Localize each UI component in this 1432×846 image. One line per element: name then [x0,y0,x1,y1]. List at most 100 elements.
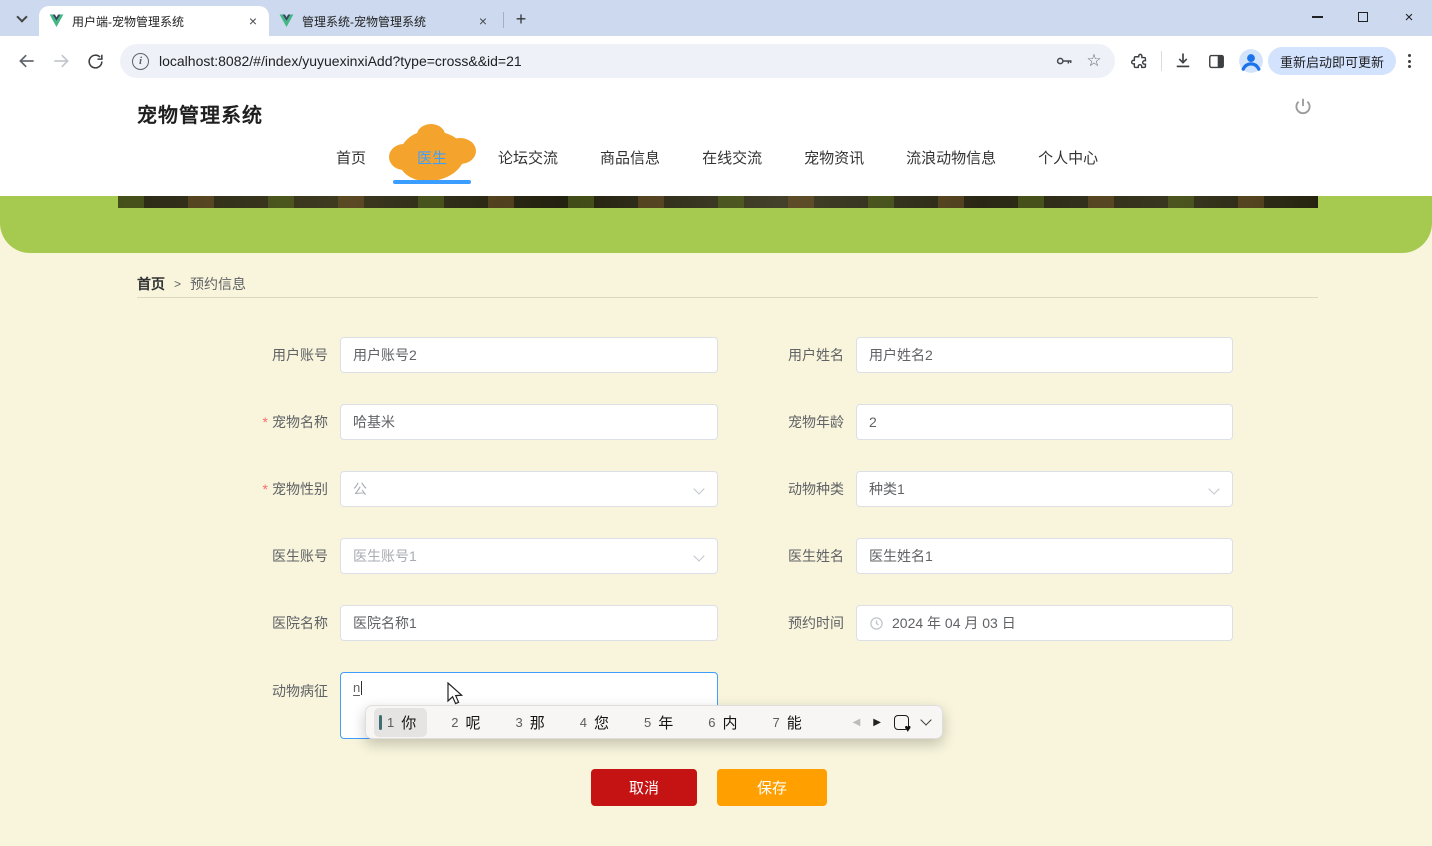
url-text: localhost:8082/#/index/yuyuexinxiAdd?typ… [159,53,1049,69]
power-icon [1292,96,1314,118]
breadcrumb-current: 预约信息 [190,274,246,294]
chevron-down-icon [1208,483,1219,494]
field-label: 用户账号 [150,347,340,364]
banner-photo [118,196,1318,208]
form-row-pet-gender: *宠物性别 公 [150,471,718,507]
tab-separator [503,12,504,28]
bookmark-button[interactable]: ☆ [1079,44,1109,78]
nav-item-goods[interactable]: 商品信息 [600,144,660,170]
minimize-icon [1312,16,1323,17]
main-nav: 首页 医生 论坛交流 商品信息 在线交流 宠物资讯 流浪动物信息 个人中心 [336,144,1098,170]
form-column-right: 用户姓名 用户姓名2 宠物年龄 2 动物种类 种类1 医生姓名 医生姓名1 预约… [666,337,1233,672]
form-row-user-name: 用户姓名 用户姓名2 [666,337,1233,373]
form-row-appointment-time: 预约时间 2024 年 04 月 03 日 [666,605,1233,641]
user-account-input[interactable]: 用户账号2 [340,337,718,373]
window-minimize-button[interactable] [1294,0,1340,34]
profile-avatar-icon [1238,48,1264,74]
mouse-cursor [446,682,463,706]
reload-button[interactable] [78,44,112,78]
breadcrumb-home[interactable]: 首页 [137,274,165,294]
vue-logo-icon [279,14,294,28]
ime-candidate[interactable]: 1你 [374,708,427,737]
pet-name-input[interactable]: 哈基米 [340,404,718,440]
appointment-time-picker[interactable]: 2024 年 04 月 03 日 [856,605,1233,641]
toolbar-divider [1161,51,1162,71]
site-info-icon[interactable]: i [132,53,149,70]
form-row-animal-type: 动物种类 种类1 [666,471,1233,507]
nav-item-forum[interactable]: 论坛交流 [498,144,558,170]
browser-tab-inactive[interactable]: 管理系统-宠物管理系统 × [269,6,499,36]
close-icon[interactable]: × [245,13,261,29]
form-row-doctor-name: 医生姓名 医生姓名1 [666,538,1233,574]
ime-emoji-panel-icon[interactable]: ♥ [894,715,909,730]
download-icon [1173,51,1193,71]
key-icon [1054,51,1074,71]
tab-title: 管理系统-宠物管理系统 [302,13,475,30]
cancel-button[interactable]: 取消 [591,769,697,806]
doctor-name-input[interactable]: 医生姓名1 [856,538,1233,574]
kebab-menu-icon [1408,54,1411,68]
nav-item-chat[interactable]: 在线交流 [702,144,762,170]
site-header: 宠物管理系统 首页 医生 论坛交流 商品信息 在线交流 宠物资讯 流浪动物信息 … [0,86,1432,196]
ime-prev-page-icon[interactable]: ◀ [853,717,861,728]
ime-candidate[interactable]: 6内 [695,708,748,737]
back-button[interactable] [10,44,44,78]
save-button[interactable]: 保存 [717,769,827,806]
window-close-button[interactable]: × [1386,0,1432,34]
ime-candidate[interactable]: 3那 [503,708,556,737]
close-icon: × [1405,10,1414,25]
ime-next-page-icon[interactable]: ▶ [873,717,881,728]
hospital-name-input[interactable]: 医院名称1 [340,605,718,641]
tab-title: 用户端-宠物管理系统 [72,13,245,30]
nav-item-stray-animals[interactable]: 流浪动物信息 [906,144,996,170]
nav-item-news[interactable]: 宠物资讯 [804,144,864,170]
forward-icon [51,51,71,71]
browser-tab-strip: 用户端-宠物管理系统 × 管理系统-宠物管理系统 × + × [0,0,1432,36]
doctor-account-select[interactable]: 医生账号1 [340,538,718,574]
ime-candidate[interactable]: 5年 [631,708,684,737]
breadcrumb-divider [137,297,1318,298]
address-bar[interactable]: i localhost:8082/#/index/yuyuexinxiAdd?t… [120,44,1115,78]
tab-search-button[interactable] [8,4,36,32]
maximize-icon [1358,12,1368,22]
ime-composition-text: n [353,680,360,696]
required-mark: * [263,481,268,497]
profile-button[interactable] [1234,44,1268,78]
relaunch-update-chip[interactable]: 重新启动即可更新 [1268,47,1396,75]
pet-gender-select[interactable]: 公 [340,471,718,507]
password-manager-button[interactable] [1049,44,1079,78]
field-label: 动物病征 [150,672,340,700]
ime-candidate[interactable]: 4您 [567,708,620,737]
field-label: 用户姓名 [666,347,856,364]
screen: 用户端-宠物管理系统 × 管理系统-宠物管理系统 × + × i localh [0,0,1432,846]
nav-item-doctor[interactable]: 医生 [408,144,456,170]
field-label: *宠物性别 [150,481,340,498]
new-tab-button[interactable]: + [508,6,534,32]
side-panel-icon [1207,52,1226,71]
forward-button[interactable] [44,44,78,78]
ime-candidate[interactable]: 7能 [760,708,813,737]
pet-age-input[interactable]: 2 [856,404,1233,440]
nav-item-home[interactable]: 首页 [336,144,366,170]
text-caret [361,681,362,695]
side-panel-button[interactable] [1200,44,1234,78]
ime-controls: ◀ ▶ ♥ [853,715,934,730]
nav-item-profile[interactable]: 个人中心 [1038,144,1098,170]
user-name-input[interactable]: 用户姓名2 [856,337,1233,373]
window-maximize-button[interactable] [1340,0,1386,34]
field-label: *宠物名称 [150,414,340,431]
downloads-button[interactable] [1166,44,1200,78]
logout-button[interactable] [1292,96,1314,123]
animal-type-select[interactable]: 种类1 [856,471,1233,507]
ime-expand-chevron-icon[interactable] [920,714,931,725]
browser-menu-button[interactable] [1396,44,1422,78]
close-icon[interactable]: × [475,13,491,29]
browser-toolbar: i localhost:8082/#/index/yuyuexinxiAdd?t… [0,36,1432,86]
ime-candidate[interactable]: 2呢 [438,708,491,737]
field-label: 动物种类 [666,481,856,498]
extensions-button[interactable] [1123,44,1157,78]
browser-tab-active[interactable]: 用户端-宠物管理系统 × [39,6,269,36]
form-row-pet-age: 宠物年龄 2 [666,404,1233,440]
form-row-hospital-name: 医院名称 医院名称1 [150,605,718,641]
form-row-pet-name: *宠物名称 哈基米 [150,404,718,440]
